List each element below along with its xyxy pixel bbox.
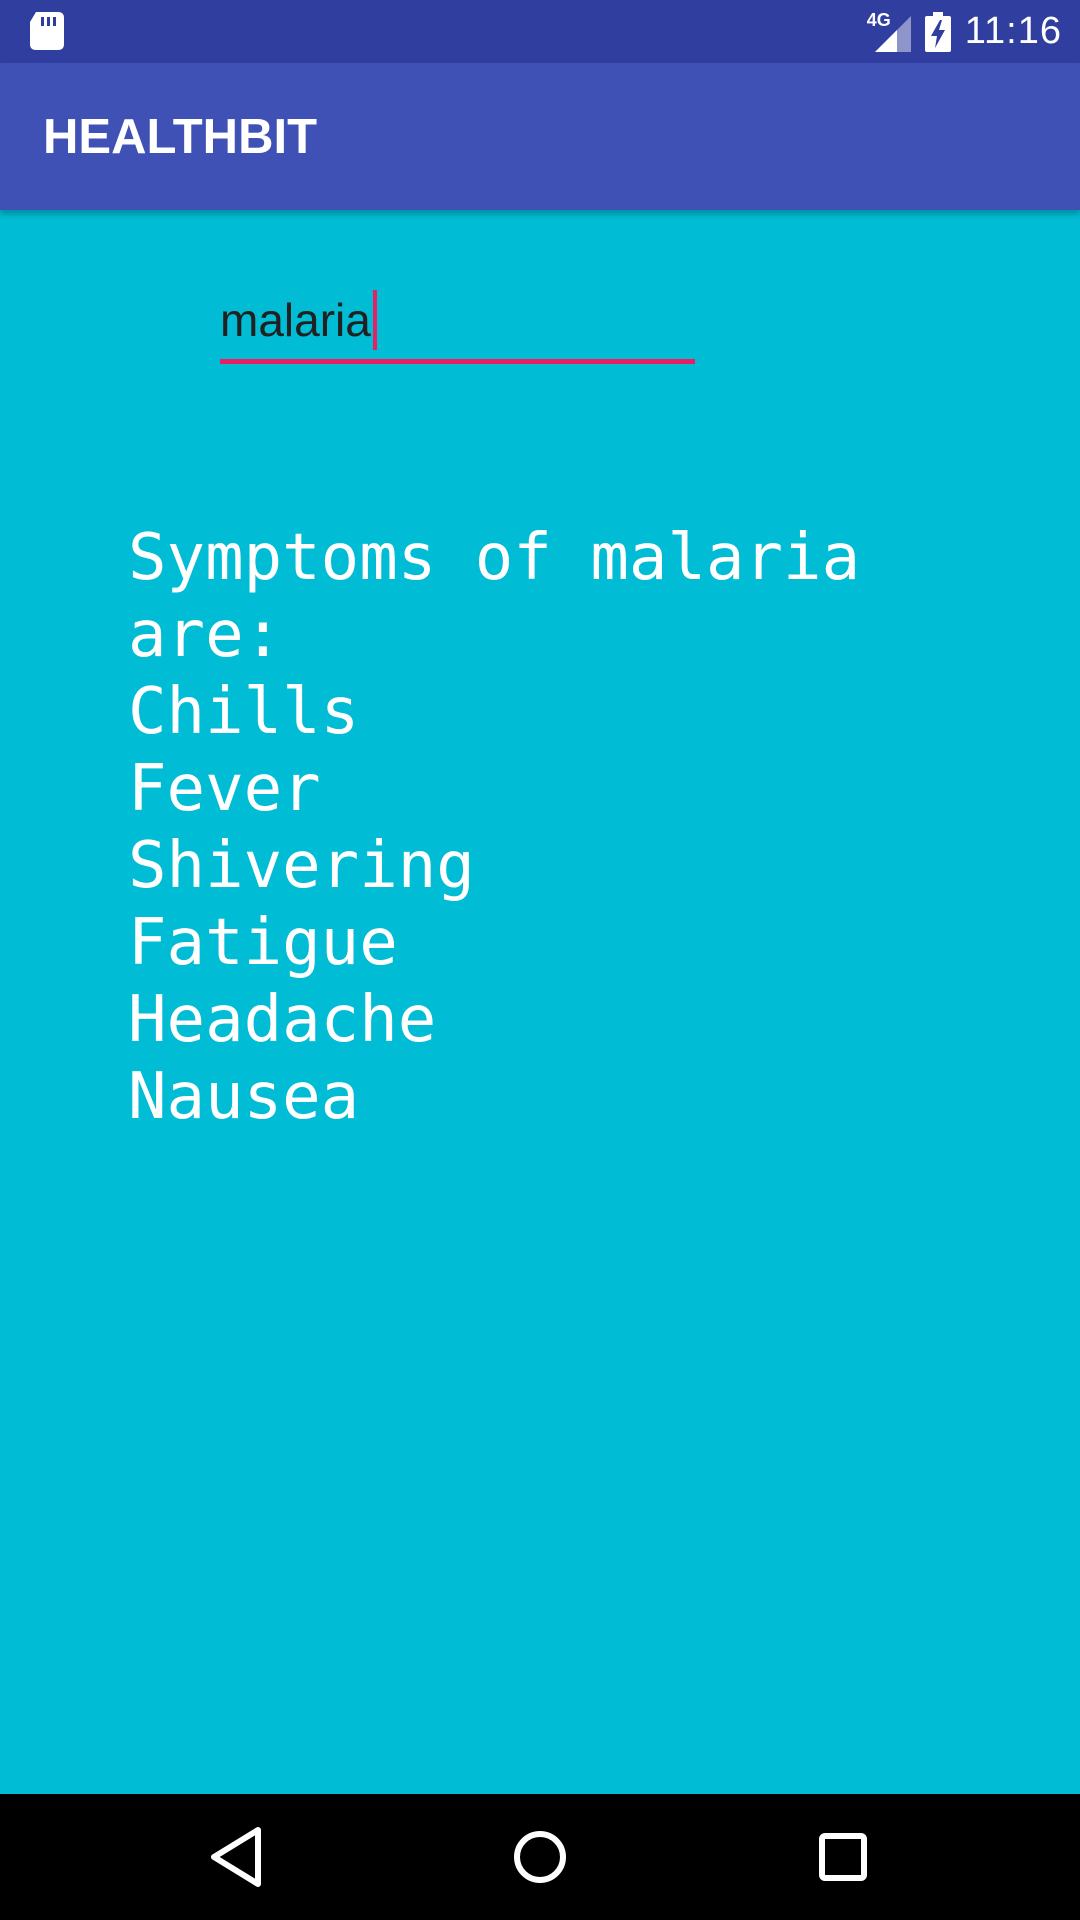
- app-title: HEALTHBIT: [43, 110, 317, 164]
- symptom-item: Nausea: [128, 1060, 360, 1134]
- result-header-line1: Symptoms of malaria: [128, 521, 861, 595]
- text-cursor: [372, 289, 377, 350]
- back-icon[interactable]: [200, 1822, 270, 1892]
- app-bar: HEALTHBIT: [0, 63, 1080, 210]
- sd-card-icon: [30, 12, 64, 50]
- recents-icon[interactable]: [808, 1822, 878, 1892]
- search-input-value[interactable]: malaria: [220, 297, 371, 343]
- symptoms-result: Symptoms of malaria are: Chills Fever Sh…: [128, 520, 1028, 1136]
- status-time: 11:16: [964, 10, 1062, 52]
- symptom-item: Shivering: [128, 829, 475, 903]
- signal-icon: [874, 15, 911, 52]
- symptom-item: Headache: [128, 983, 437, 1057]
- result-header-line2: are:: [128, 598, 283, 672]
- signal-indicator: 4G: [867, 10, 911, 52]
- home-icon[interactable]: [505, 1822, 575, 1892]
- symptom-item: Fever: [128, 752, 321, 826]
- symptom-item: Chills: [128, 675, 360, 749]
- navigation-bar: [0, 1794, 1080, 1920]
- symptom-item: Fatigue: [128, 906, 398, 980]
- disease-search-input[interactable]: malaria: [220, 280, 695, 364]
- status-bar: 4G 11:16: [0, 0, 1080, 63]
- battery-charging-icon: [924, 11, 951, 52]
